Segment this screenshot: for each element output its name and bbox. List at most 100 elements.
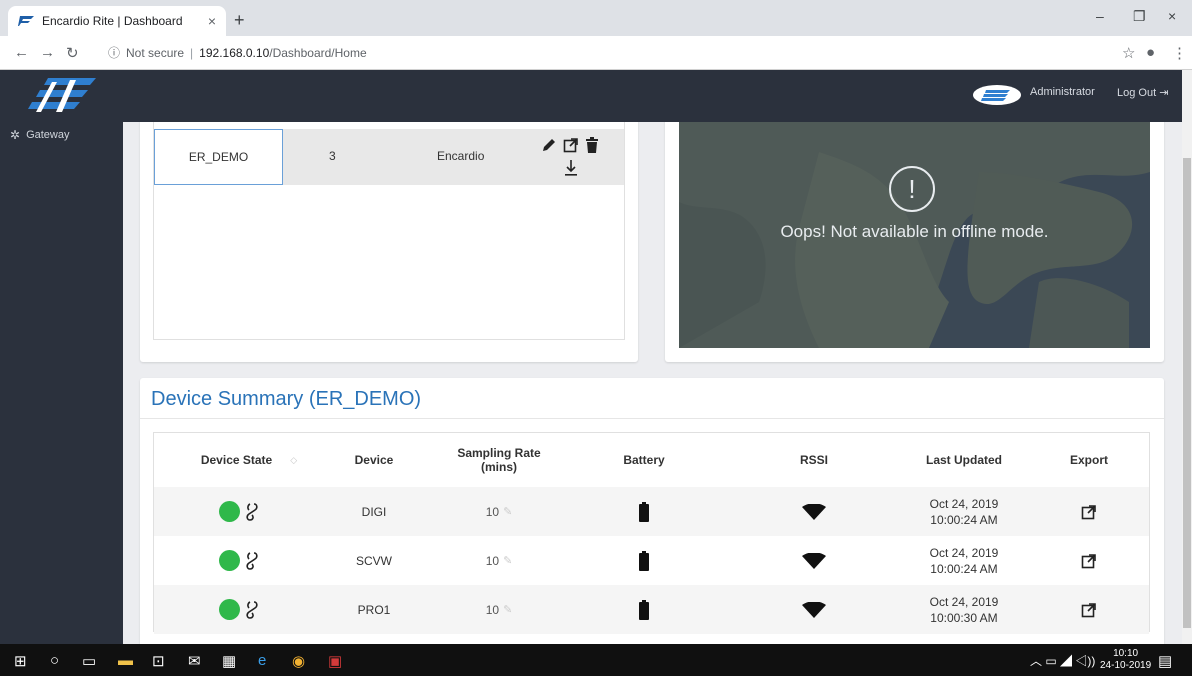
- filezilla-icon[interactable]: ▣: [328, 652, 342, 670]
- last-updated-date: Oct 24, 2019: [929, 545, 999, 560]
- logout-button[interactable]: Log Out ⇥: [1117, 86, 1168, 99]
- table-row: PRO1 10 ✎ Oct 24, 2019 10:00:30 AM: [154, 585, 1149, 634]
- task-view-icon[interactable]: ▭: [82, 652, 96, 670]
- device-table: Device State ◇ Device Sampling Rate (min…: [153, 432, 1150, 634]
- tab-close-icon[interactable]: ×: [208, 13, 216, 29]
- app-header: Administrator Log Out ⇥: [0, 70, 1182, 122]
- sidebar-item-gateway[interactable]: ✲ Gateway: [10, 128, 69, 142]
- minimize-button[interactable]: –: [1096, 8, 1104, 24]
- delete-trash-icon[interactable]: [585, 137, 599, 153]
- sampling-rate-value: 10: [485, 602, 500, 617]
- restore-button[interactable]: ❐: [1133, 8, 1146, 25]
- taskbar-clock[interactable]: 10:10 24-10-2019: [1100, 648, 1151, 672]
- col-header-battery: Battery: [623, 453, 665, 467]
- menu-icon[interactable]: ⋮: [1172, 44, 1187, 62]
- sampling-rate-value: 10: [485, 504, 500, 519]
- download-icon[interactable]: [565, 159, 577, 177]
- logout-label: Log Out: [1117, 87, 1157, 99]
- open-external-icon[interactable]: [563, 137, 579, 153]
- export-cell: [1049, 536, 1129, 585]
- profile-icon[interactable]: ●: [1146, 44, 1155, 61]
- gateway-name[interactable]: ER_DEMO: [154, 129, 283, 185]
- info-icon[interactable]: ⓘ: [108, 44, 120, 61]
- windows-taskbar: ⊞ ○ ▭ ▬ ⊡ ✉ ▦ e ◉ ▣ ︿ ▭ ◢ ◁)) 10:10 24-1…: [0, 644, 1192, 676]
- battery-icon: [639, 501, 649, 522]
- gear-icon: ✲: [10, 128, 21, 142]
- mail-icon[interactable]: ✉: [188, 652, 201, 670]
- search-icon[interactable]: ○: [50, 652, 59, 669]
- col-header-export: Export: [1069, 453, 1108, 467]
- col-header-label: Device State: [200, 453, 273, 467]
- edit-rate-pencil-icon[interactable]: ✎: [503, 554, 512, 567]
- rssi-cell: [774, 487, 854, 536]
- map-panel: ! Oops! Not available in offline mode.: [665, 122, 1164, 362]
- sampling-rate-cell[interactable]: 10 ✎: [444, 487, 554, 536]
- edit-rate-pencil-icon[interactable]: ✎: [503, 505, 512, 518]
- gateway-owner: Encardio: [437, 149, 485, 163]
- gateway-panel: ER_DEMO 3 Encardio: [140, 122, 638, 362]
- edit-pencil-icon[interactable]: [541, 137, 557, 153]
- device-name: DIGI: [361, 504, 387, 519]
- export-icon[interactable]: [1081, 602, 1097, 618]
- clock-time: 10:10: [1113, 648, 1139, 659]
- notifications-icon[interactable]: ▤: [1158, 652, 1172, 670]
- url-host: 192.168.0.10: [199, 45, 270, 60]
- browser-tab-bar: Encardio Rite | Dashboard × + – ❐ ×: [0, 0, 1192, 36]
- last-updated-date: Oct 24, 2019: [929, 594, 999, 609]
- header-username[interactable]: Administrator: [1030, 86, 1095, 98]
- clock-date: 24-10-2019: [1100, 660, 1152, 671]
- sensor-link-icon: [245, 600, 258, 619]
- store-icon[interactable]: ⊡: [152, 652, 165, 670]
- sampling-rate-cell[interactable]: 10 ✎: [444, 585, 554, 634]
- edit-rate-pencil-icon[interactable]: ✎: [503, 603, 512, 616]
- export-cell: [1049, 487, 1129, 536]
- alert-circle-icon: !: [889, 166, 935, 212]
- omnibox[interactable]: ⓘ Not secure | 192.168.0.10/Dashboard/Ho…: [108, 44, 367, 61]
- map-view: ! Oops! Not available in offline mode.: [679, 122, 1150, 348]
- scrollbar-thumb[interactable]: [1183, 158, 1191, 628]
- export-icon[interactable]: [1081, 553, 1097, 569]
- table-row[interactable]: ER_DEMO 3 Encardio: [154, 129, 624, 185]
- battery-cell: [604, 536, 684, 585]
- gateway-device-count: 3: [329, 149, 336, 163]
- windows-start-icon[interactable]: ⊞: [14, 652, 27, 670]
- last-updated-time: 10:00:24 AM: [930, 561, 998, 576]
- rssi-cell: [774, 585, 854, 634]
- system-tray-icons[interactable]: ︿ ▭ ◢ ◁)): [1030, 652, 1095, 669]
- sensor-link-icon: [245, 502, 258, 521]
- back-icon[interactable]: ←: [14, 44, 29, 61]
- last-updated-cell: Oct 24, 2019 10:00:24 AM: [909, 536, 1019, 585]
- wifi-signal-icon: [802, 503, 826, 520]
- page-scrollbar[interactable]: [1182, 70, 1192, 644]
- bookmark-star-icon[interactable]: ☆: [1122, 44, 1135, 62]
- table-row: DIGI 10 ✎ Oct 24, 2019 10:00:24 AM: [154, 487, 1149, 536]
- omnibox-separator: |: [190, 45, 194, 60]
- device-state-cell: [184, 536, 294, 585]
- export-icon[interactable]: [1081, 504, 1097, 520]
- last-updated-cell: Oct 24, 2019 10:00:24 AM: [909, 487, 1019, 536]
- state-ok-dot-icon: [218, 599, 240, 620]
- device-summary-title: Device Summary (ER_DEMO): [151, 388, 422, 410]
- reload-icon[interactable]: ↻: [66, 44, 79, 62]
- browser-tab[interactable]: Encardio Rite | Dashboard ×: [8, 6, 226, 36]
- url-path: /Dashboard/Home: [269, 45, 367, 60]
- logout-icon: ⇥: [1159, 87, 1169, 99]
- sensor-link-icon: [245, 551, 258, 570]
- battery-icon: [639, 550, 649, 571]
- chrome-icon[interactable]: ◉: [292, 652, 305, 670]
- export-cell: [1049, 585, 1129, 634]
- sampling-rate-cell[interactable]: 10 ✎: [444, 536, 554, 585]
- new-tab-button[interactable]: +: [234, 10, 245, 31]
- file-explorer-icon[interactable]: ▬: [118, 652, 133, 669]
- sidebar: ✲ Gateway: [0, 122, 123, 644]
- address-bar: ← → ↻ ⓘ Not secure | 192.168.0.10/Dashbo…: [0, 36, 1192, 70]
- rssi-cell: [774, 536, 854, 585]
- col-header-device-state[interactable]: Device State ◇: [184, 433, 314, 487]
- device-state-cell: [184, 487, 294, 536]
- calculator-icon[interactable]: ▦: [222, 652, 236, 670]
- close-window-button[interactable]: ×: [1168, 8, 1176, 24]
- forward-icon[interactable]: →: [40, 44, 55, 61]
- header-logo-badge: [973, 85, 1021, 105]
- sort-icon[interactable]: ◇: [290, 455, 297, 466]
- edge-icon[interactable]: e: [258, 652, 266, 669]
